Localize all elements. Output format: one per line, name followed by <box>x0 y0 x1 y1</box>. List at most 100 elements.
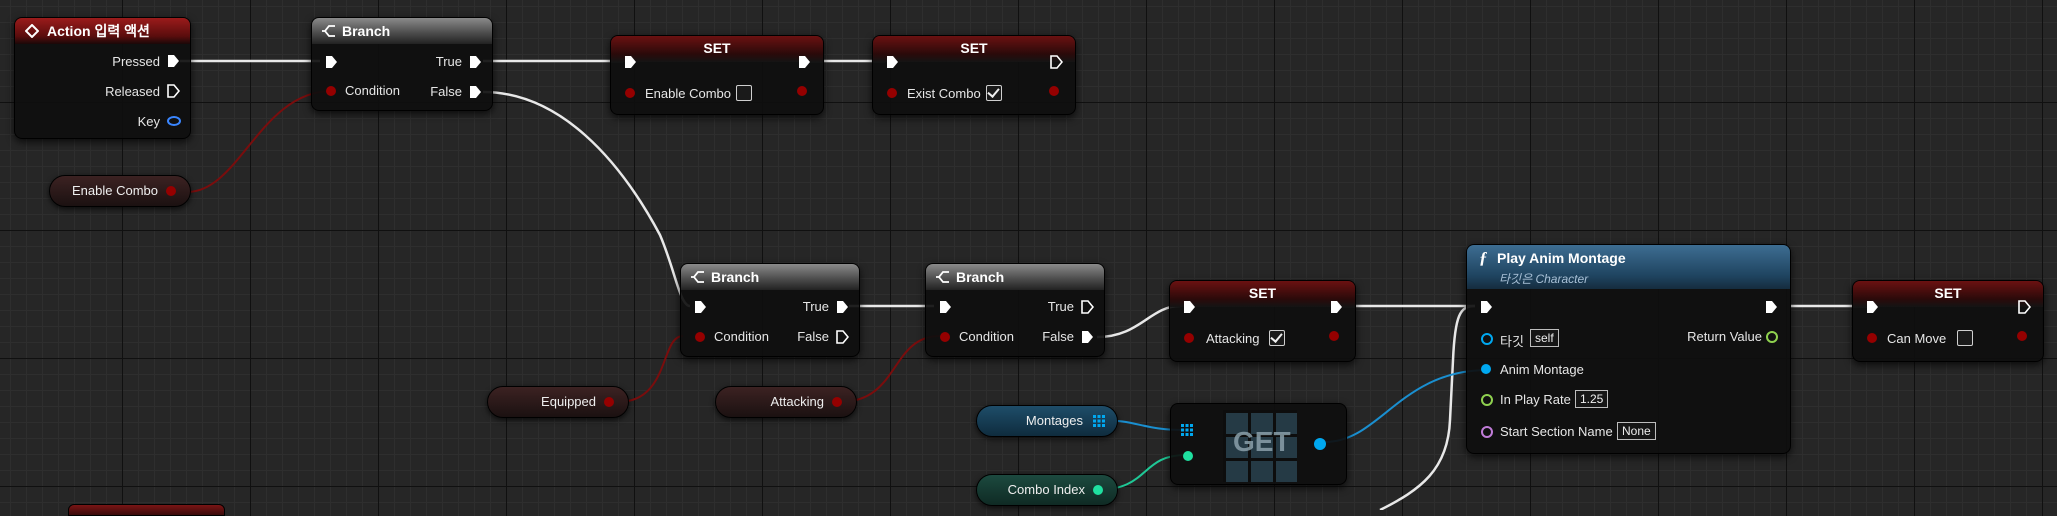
equipped-variable[interactable]: Equipped <box>487 386 629 418</box>
index-input-pin[interactable] <box>1183 451 1193 461</box>
return-value-label: Return Value <box>1687 329 1762 344</box>
attacking-variable[interactable]: Attacking <box>715 386 857 418</box>
array-get-node[interactable]: GET <box>1170 403 1347 485</box>
set-attacking-node[interactable]: SET Attacking <box>1169 280 1356 362</box>
exec-input-pin-icon[interactable] <box>1182 300 1196 314</box>
bool-wire <box>186 90 333 193</box>
exec-true-pin-icon[interactable] <box>835 300 849 314</box>
play-rate-value-box[interactable]: 1.25 <box>1575 390 1609 408</box>
anim-montage-pin[interactable] <box>1481 364 1491 374</box>
exec-true-pin-icon[interactable] <box>1080 300 1094 314</box>
variable-label: Attacking <box>770 394 824 409</box>
bool-output-pin[interactable] <box>832 397 842 407</box>
exec-output-pin-icon[interactable] <box>1764 300 1778 314</box>
bool-input-pin[interactable] <box>1867 333 1877 343</box>
pin-label-key: Key <box>137 114 160 129</box>
exec-true-pin-icon[interactable] <box>468 55 482 69</box>
bool-input-pin[interactable] <box>625 88 635 98</box>
variable-label: Equipped <box>541 394 596 409</box>
input-action-event-node[interactable]: Action 입력 액션 Pressed Released Key <box>14 17 191 139</box>
set-enable-combo-node[interactable]: SET Enable Combo <box>610 35 824 115</box>
branch-node-3[interactable]: Branch Condition True False <box>925 263 1105 357</box>
false-label: False <box>430 84 462 99</box>
bool-input-pin[interactable] <box>1184 333 1194 343</box>
node-header: SET <box>1853 281 2043 307</box>
exec-input-pin-icon[interactable] <box>885 55 899 69</box>
branch-title: Branch <box>711 269 760 285</box>
bool-output-pin[interactable] <box>604 397 614 407</box>
set-var-label: Enable Combo <box>645 86 731 101</box>
variable-label: Combo Index <box>1007 482 1085 497</box>
variable-label: Enable Combo <box>72 183 158 198</box>
bool-output-pin[interactable] <box>1329 331 1339 341</box>
return-value-pin[interactable] <box>1766 331 1778 343</box>
attacking-checkbox[interactable] <box>1269 330 1285 346</box>
montages-variable[interactable]: Montages <box>976 405 1118 437</box>
bool-output-pin[interactable] <box>166 186 176 196</box>
branch-title: Branch <box>956 269 1005 285</box>
can-move-checkbox[interactable] <box>1957 330 1973 346</box>
object-wire <box>1324 369 1489 443</box>
exec-input-pin-icon[interactable] <box>1479 300 1493 314</box>
enable-combo-variable[interactable]: Enable Combo <box>49 175 191 207</box>
condition-pin[interactable] <box>695 332 705 342</box>
key-struct-pin-icon[interactable] <box>166 115 182 127</box>
exec-input-pin-icon[interactable] <box>938 300 952 314</box>
condition-pin[interactable] <box>940 332 950 342</box>
condition-pin[interactable] <box>326 86 336 96</box>
set-var-label: Exist Combo <box>907 86 981 101</box>
play-anim-montage-node[interactable]: ƒ Play Anim Montage 타깃은 Character 타깃 sel… <box>1466 244 1791 454</box>
start-section-pin[interactable] <box>1481 426 1493 438</box>
target-pin[interactable] <box>1481 333 1493 345</box>
get-output-pin[interactable] <box>1314 438 1326 450</box>
exec-input-pin-icon[interactable] <box>1865 300 1879 314</box>
bool-wire <box>617 335 684 403</box>
exec-output-pin-icon[interactable] <box>166 84 180 98</box>
set-title: SET <box>960 40 988 56</box>
condition-label: Condition <box>345 83 400 98</box>
target-value-box[interactable]: self <box>1530 329 1559 347</box>
bool-output-pin[interactable] <box>797 86 807 96</box>
exec-input-pin-icon[interactable] <box>324 55 338 69</box>
set-can-move-node[interactable]: SET Can Move <box>1852 280 2044 362</box>
exec-output-pin-icon[interactable] <box>2017 300 2031 314</box>
true-label: True <box>1047 299 1074 314</box>
exist-combo-checkbox[interactable] <box>986 85 1002 101</box>
set-exist-combo-node[interactable]: SET Exist Combo <box>872 35 1076 115</box>
array-grid-icon[interactable] <box>1093 415 1105 427</box>
exec-false-pin-icon[interactable] <box>835 330 849 344</box>
branch-node-1[interactable]: Branch Condition True False <box>311 17 493 111</box>
branch-icon <box>691 271 704 283</box>
enable-combo-checkbox[interactable] <box>736 85 752 101</box>
branch-node-2[interactable]: Branch Condition True False <box>680 263 860 357</box>
bool-input-pin[interactable] <box>887 88 897 98</box>
false-label: False <box>797 329 829 344</box>
exec-input-pin-icon[interactable] <box>693 300 707 314</box>
start-section-value-box[interactable]: None <box>1617 422 1656 440</box>
set-title: SET <box>1934 285 1962 301</box>
set-var-label: Attacking <box>1206 331 1260 346</box>
play-rate-pin[interactable] <box>1481 394 1493 406</box>
node-header: SET <box>873 36 1075 62</box>
false-label: False <box>1042 329 1074 344</box>
node-header: Branch <box>681 264 859 290</box>
exec-input-pin-icon[interactable] <box>623 55 637 69</box>
anim-montage-label: Anim Montage <box>1500 362 1584 377</box>
exec-output-pin-icon[interactable] <box>166 54 180 68</box>
bool-output-pin[interactable] <box>2017 331 2027 341</box>
partial-node-header <box>68 504 225 516</box>
integer-output-pin[interactable] <box>1093 485 1103 495</box>
pin-label-pressed: Pressed <box>112 54 160 69</box>
array-input-pin-icon[interactable] <box>1181 424 1193 436</box>
exec-wire <box>482 90 691 308</box>
node-header: SET <box>611 36 823 62</box>
combo-index-variable[interactable]: Combo Index <box>976 474 1118 506</box>
exec-output-pin-icon[interactable] <box>797 55 811 69</box>
function-subtitle: 타깃은 Character <box>1499 272 1589 286</box>
exec-output-pin-icon[interactable] <box>1329 300 1343 314</box>
bool-output-pin[interactable] <box>1049 86 1059 96</box>
exec-false-pin-icon[interactable] <box>1080 330 1094 344</box>
node-header: ƒ Play Anim Montage 타깃은 Character <box>1467 245 1790 289</box>
exec-output-pin-icon[interactable] <box>1049 55 1063 69</box>
exec-false-pin-icon[interactable] <box>468 85 482 99</box>
